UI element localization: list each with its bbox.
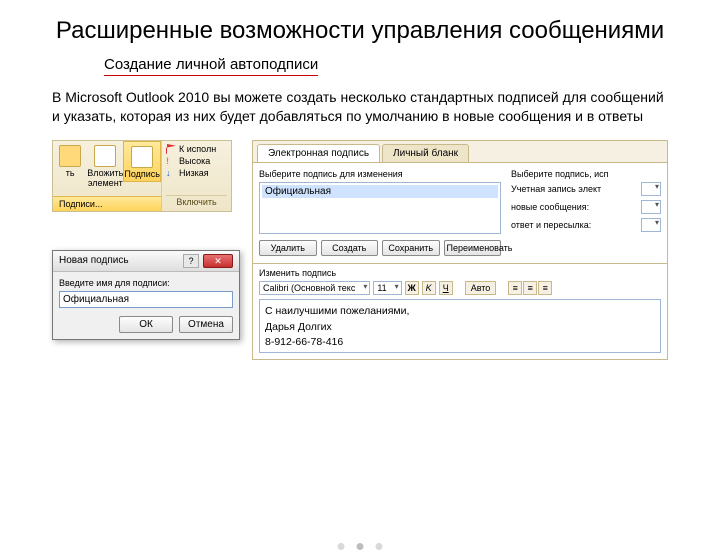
bold-button[interactable]: Ж bbox=[405, 281, 419, 295]
underline-button[interactable]: Ч bbox=[439, 281, 453, 295]
priority-low-label: Низкая bbox=[179, 168, 209, 178]
slide-subtitle: Создание личной автоподписи bbox=[104, 56, 318, 76]
sig-line2: Дарья Долгих bbox=[265, 320, 655, 336]
align-left-button[interactable]: ≡ bbox=[508, 281, 522, 295]
exclaim-orange-icon: ! bbox=[166, 156, 176, 166]
flag-red-icon bbox=[166, 144, 176, 154]
signature-list[interactable]: Официальная bbox=[259, 182, 501, 234]
new-signature-dialog: Новая подпись ? ✕ Введите имя для подпис… bbox=[52, 250, 240, 340]
signature-editor[interactable]: С наилучшими пожеланиями, Дарья Долгих 8… bbox=[259, 299, 661, 353]
italic-button[interactable]: K bbox=[422, 281, 436, 295]
delete-button[interactable]: Удалить bbox=[259, 240, 317, 256]
ok-button[interactable]: ОК bbox=[119, 316, 173, 333]
ribbon-snippet: ть Вложить элемент Подпись Подписи... К … bbox=[52, 140, 232, 212]
slide-title: Расширенные возможности управления сообщ… bbox=[40, 16, 680, 46]
new-messages-label: новые сообщения: bbox=[511, 202, 637, 212]
priority-med-label: Высока bbox=[179, 156, 210, 166]
sig-line3: 8-912-66-78-416 bbox=[265, 335, 655, 351]
cancel-button[interactable]: Отмена bbox=[179, 316, 233, 333]
align-right-button[interactable]: ≡ bbox=[538, 281, 552, 295]
insert-item-icon bbox=[94, 145, 116, 167]
fontsize-combo[interactable]: 11 bbox=[373, 281, 401, 295]
reply-forward-label: ответ и пересылка: bbox=[511, 220, 637, 230]
slide-indicator bbox=[338, 543, 383, 550]
signature-settings-panel: Электронная подпись Личный бланк Выберит… bbox=[252, 140, 668, 360]
dialog-label: Введите имя для подписи: bbox=[59, 278, 233, 288]
dialog-help-button[interactable]: ? bbox=[183, 254, 199, 268]
arrow-down-blue-icon: ↓ bbox=[166, 168, 176, 178]
select-signature-label: Выберите подпись для изменения bbox=[259, 169, 501, 179]
ribbon-attach-label: ть bbox=[53, 168, 87, 178]
priority-high[interactable]: К исполн bbox=[166, 144, 227, 154]
edit-signature-label: Изменить подпись bbox=[259, 268, 661, 278]
account-combo[interactable] bbox=[641, 182, 661, 196]
new-button[interactable]: Создать bbox=[321, 240, 379, 256]
slide-body: В Microsoft Outlook 2010 вы можете созда… bbox=[52, 88, 668, 126]
ribbon-attach-button[interactable]: ть bbox=[53, 141, 87, 180]
ribbon-group-include: Включить bbox=[166, 195, 227, 208]
priority-med[interactable]: !Высока bbox=[166, 156, 227, 166]
save-button[interactable]: Сохранить bbox=[382, 240, 440, 256]
dot bbox=[338, 543, 345, 550]
ribbon-signature-button[interactable]: Подпись bbox=[123, 141, 161, 182]
account-label: Учетная запись элект bbox=[511, 184, 637, 194]
signature-name-input[interactable] bbox=[59, 291, 233, 308]
dot bbox=[376, 543, 383, 550]
ribbon-signature-label: Подпись bbox=[124, 169, 160, 179]
reply-forward-combo[interactable] bbox=[641, 218, 661, 232]
tab-email-signature[interactable]: Электронная подпись bbox=[257, 144, 380, 162]
ribbon-insert-label: Вложить элемент bbox=[87, 168, 123, 188]
sig-line1: С наилучшими пожеланиями, bbox=[265, 304, 655, 320]
align-center-button[interactable]: ≡ bbox=[523, 281, 537, 295]
priority-high-label: К исполн bbox=[179, 144, 216, 154]
attach-icon bbox=[59, 145, 81, 167]
rename-button[interactable]: Переименовать bbox=[444, 240, 502, 256]
signature-dropdown-item[interactable]: Подписи... bbox=[53, 196, 161, 211]
dialog-title: Новая подпись bbox=[59, 255, 129, 266]
dot-active bbox=[357, 543, 364, 550]
signature-icon bbox=[131, 146, 153, 168]
dialog-close-button[interactable]: ✕ bbox=[203, 254, 233, 268]
priority-low[interactable]: ↓Низкая bbox=[166, 168, 227, 178]
fontcolor-auto[interactable]: Авто bbox=[465, 281, 497, 295]
signature-list-item[interactable]: Официальная bbox=[262, 185, 498, 198]
new-messages-combo[interactable] bbox=[641, 200, 661, 214]
format-toolbar: Calibri (Основной текс 11 Ж K Ч Авто ≡ ≡… bbox=[259, 281, 661, 295]
font-combo[interactable]: Calibri (Основной текс bbox=[259, 281, 370, 295]
default-signature-label: Выберите подпись, исп bbox=[511, 169, 661, 179]
ribbon-insert-button[interactable]: Вложить элемент bbox=[87, 141, 123, 190]
tab-stationery[interactable]: Личный бланк bbox=[382, 144, 469, 162]
